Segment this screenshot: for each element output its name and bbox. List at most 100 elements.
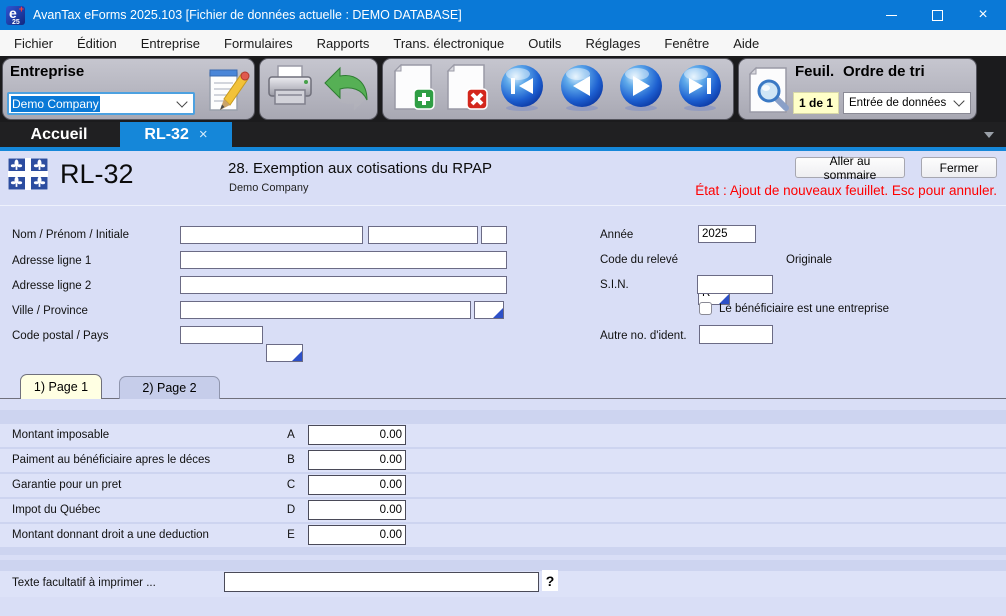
amount-row-label: Impot du Québec: [12, 504, 100, 516]
sheet-label: Feuil.: [795, 63, 834, 80]
menu-fenetre[interactable]: Fenêtre: [652, 30, 721, 56]
menu-trans-electronique[interactable]: Trans. électronique: [381, 30, 516, 56]
sort-order-select[interactable]: Entrée de données: [843, 92, 971, 114]
postal-code-input[interactable]: [180, 326, 263, 344]
optional-text-input[interactable]: [224, 572, 539, 592]
company-label: Entreprise: [10, 63, 84, 80]
menu-outils[interactable]: Outils: [516, 30, 573, 56]
sin-label: S.I.N.: [600, 279, 629, 291]
amount-row-label: Paiment au bénéficiaire apres le déces: [12, 454, 210, 466]
first-name-input[interactable]: [368, 226, 478, 244]
app-window: e + 25 AvanTax eForms 2025.103 [Fichier …: [0, 0, 1006, 616]
form-title: 28. Exemption aux cotisations du RPAP: [228, 160, 492, 177]
search-icon: [745, 66, 791, 114]
delete-slip-button[interactable]: [443, 63, 489, 116]
new-slip-button[interactable]: [390, 63, 436, 116]
other-id-input[interactable]: [699, 325, 773, 344]
toolbar-print-group: [259, 58, 378, 120]
close-button[interactable]: ×: [960, 0, 1006, 30]
previous-record-button[interactable]: [556, 61, 608, 118]
find-slip-button[interactable]: [745, 66, 791, 119]
is-company-label: Le bénéficiaire est une entreprise: [719, 303, 889, 315]
country-input[interactable]: [266, 344, 303, 362]
city-label: Ville / Province: [12, 305, 88, 317]
toolbar-record-group: [382, 58, 734, 120]
header-divider: [0, 205, 1006, 206]
tab-rl32[interactable]: RL-32 ×: [120, 122, 232, 147]
name-label: Nom / Prénom / Initiale: [12, 229, 129, 241]
form-subtitle: Demo Company: [229, 182, 308, 194]
tab-close-icon[interactable]: ×: [199, 127, 208, 142]
amount-a-input[interactable]: [308, 425, 406, 445]
address1-label: Adresse ligne 1: [12, 255, 91, 267]
last-record-button[interactable]: [674, 61, 726, 118]
fermer-button[interactable]: Fermer: [921, 157, 997, 178]
menu-fichier[interactable]: Fichier: [2, 30, 65, 56]
amount-e-input[interactable]: [308, 525, 406, 545]
menu-rapports[interactable]: Rapports: [305, 30, 382, 56]
postal-label: Code postal / Pays: [12, 330, 109, 342]
toolbar-sheet-group: Feuil. Ordre de tri 1 de 1 Entrée de don…: [738, 58, 977, 120]
menu-formulaires[interactable]: Formulaires: [212, 30, 305, 56]
document-tab-bar: Accueil RL-32 ×: [0, 122, 1006, 147]
initial-input[interactable]: [481, 226, 507, 244]
last-record-icon: [674, 61, 726, 113]
amount-row-letter: B: [284, 454, 298, 466]
next-record-button[interactable]: [615, 61, 667, 118]
address2-input[interactable]: [180, 276, 507, 294]
is-company-checkbox[interactable]: [699, 302, 712, 315]
address2-label: Adresse ligne 2: [12, 280, 91, 292]
tab-accent-line: [0, 147, 1006, 151]
last-name-input[interactable]: [180, 226, 363, 244]
edit-company-button[interactable]: [205, 66, 253, 119]
other-id-label: Autre no. d'ident.: [600, 330, 687, 342]
province-input[interactable]: [474, 301, 504, 319]
printer-icon: [266, 64, 314, 110]
toolbar: Entreprise Demo Company: [0, 56, 1006, 122]
amount-row-label: Garantie pour un pret: [12, 479, 121, 491]
minimize-button[interactable]: [868, 0, 914, 30]
app-logo-icon: e + 25: [6, 6, 25, 25]
previous-record-icon: [556, 61, 608, 113]
menu-aide[interactable]: Aide: [721, 30, 771, 56]
maximize-button[interactable]: [914, 0, 960, 30]
go-to-summary-button[interactable]: Aller au sommaire: [795, 157, 905, 178]
amount-row-label: Montant imposable: [12, 429, 109, 441]
undo-arrow-icon: [321, 62, 371, 112]
delete-slip-icon: [443, 63, 489, 111]
toolbar-company-group: Entreprise Demo Company: [2, 58, 255, 120]
amount-b-input[interactable]: [308, 450, 406, 470]
amount-c-input[interactable]: [308, 475, 406, 495]
tab-page-2[interactable]: 2) Page 2: [119, 376, 220, 399]
year-label: Année: [600, 229, 633, 241]
first-record-button[interactable]: [496, 61, 548, 118]
first-record-icon: [496, 61, 548, 113]
amount-row-letter: E: [284, 529, 298, 541]
sin-input[interactable]: [697, 275, 773, 294]
edit-pencil-icon: [205, 66, 253, 114]
menu-entreprise[interactable]: Entreprise: [129, 30, 212, 56]
slip-code-label: Code du relevé: [600, 254, 678, 266]
sort-order-label: Ordre de tri: [843, 63, 925, 80]
tab-accueil[interactable]: Accueil: [0, 122, 118, 147]
chevron-down-icon: [176, 96, 187, 107]
print-button[interactable]: [266, 64, 314, 115]
sheet-count-badge: 1 de 1: [793, 92, 839, 114]
year-input[interactable]: [698, 225, 756, 243]
tab-page-1[interactable]: 1) Page 1: [20, 374, 102, 399]
undo-button[interactable]: [321, 62, 371, 117]
amount-d-input[interactable]: [308, 500, 406, 520]
minimize-icon: [886, 15, 897, 16]
address1-input[interactable]: [180, 251, 507, 269]
menu-reglages[interactable]: Réglages: [573, 30, 652, 56]
company-combobox[interactable]: Demo Company: [7, 92, 195, 115]
menu-edition[interactable]: Édition: [65, 30, 129, 56]
menu-bar: Fichier Édition Entreprise Formulaires R…: [0, 30, 1006, 56]
next-record-icon: [615, 61, 667, 113]
city-input[interactable]: [180, 301, 471, 319]
tab-list-dropdown-icon[interactable]: [984, 132, 994, 138]
company-combobox-value: Demo Company: [11, 96, 100, 112]
new-slip-icon: [390, 63, 436, 111]
help-button[interactable]: ?: [542, 570, 558, 591]
amount-row-letter: A: [284, 429, 298, 441]
